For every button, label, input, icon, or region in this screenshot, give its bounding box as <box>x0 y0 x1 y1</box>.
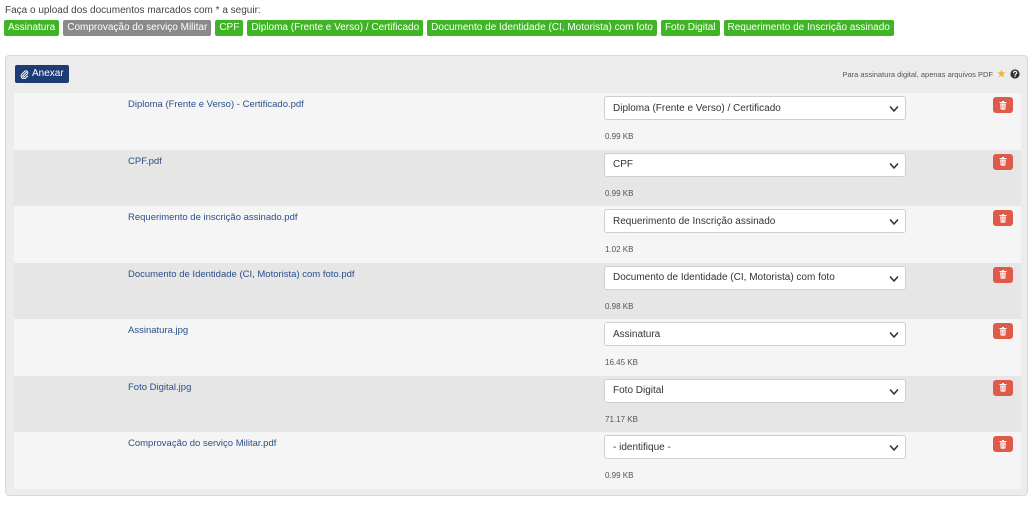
document-type-value: - identifique - <box>613 441 671 453</box>
document-tag: Foto Digital <box>660 20 720 36</box>
trash-icon <box>999 326 1007 336</box>
document-type-select[interactable]: CPF <box>604 152 906 177</box>
document-tag: Diploma (Frente e Verso) / Certificado <box>247 20 424 36</box>
file-size: 1.02 KB <box>605 245 634 254</box>
upload-instructions: Faça o upload dos documentos marcados co… <box>5 5 261 16</box>
file-row: CPF.pdf CPF 0.99 KB <box>14 149 1021 206</box>
chevron-down-icon <box>889 275 899 282</box>
trash-icon <box>999 270 1007 279</box>
digital-signature-note: Para assinatura digital, apenas arquivos… <box>842 70 994 79</box>
trash-icon <box>999 213 1007 223</box>
document-type-select[interactable]: Documento de Identidade (CI, Motorista) … <box>604 265 906 290</box>
trash-icon <box>999 157 1007 166</box>
file-row: Requerimento de inscrição assinado.pdf Re… <box>14 206 1021 263</box>
document-type-select[interactable]: - identifique - <box>604 435 906 459</box>
file-name-link[interactable]: Documento de Identidade (CI, Motorista) … <box>128 269 355 280</box>
attach-button-label: Anexar <box>32 68 64 79</box>
attached-files-list: Diploma (Frente e Verso) - Certificado.p… <box>14 93 1021 489</box>
file-row: Documento de Identidade (CI, Motorista) … <box>14 262 1021 319</box>
file-name-link[interactable]: Foto Digital.jpg <box>128 382 191 393</box>
document-type-value: CPF <box>613 159 633 170</box>
chevron-down-icon <box>889 219 899 225</box>
file-row: Diploma (Frente e Verso) - Certificado.p… <box>14 93 1021 150</box>
file-size: 16.45 KB <box>605 358 638 367</box>
file-size: 0.99 KB <box>605 188 634 198</box>
file-row: Comprovação do serviço Militar.pdf - iden… <box>14 432 1021 489</box>
document-tag: Assinatura <box>4 20 60 36</box>
file-row: Assinatura.jpg Assinatura 16.45 KB <box>14 319 1021 376</box>
file-size: 0.99 KB <box>605 132 634 141</box>
document-type-value: Assinatura <box>613 328 661 340</box>
delete-file-button[interactable] <box>993 379 1013 396</box>
chevron-down-icon <box>889 106 899 112</box>
document-type-select[interactable]: Diploma (Frente e Verso) / Certificado <box>604 96 906 120</box>
chevron-down-icon <box>889 445 899 451</box>
chevron-down-icon <box>889 332 899 338</box>
document-tag: Comprovação do serviço Militar <box>63 20 212 36</box>
chevron-down-icon <box>889 388 899 395</box>
delete-file-button[interactable] <box>993 153 1013 170</box>
file-name-link[interactable]: Comprovação do serviço Militar.pdf <box>128 438 276 449</box>
document-type-value: Documento de Identidade (CI, Motorista) … <box>613 272 835 283</box>
delete-file-button[interactable] <box>993 266 1013 283</box>
chevron-down-icon <box>889 162 899 169</box>
paperclip-icon <box>20 69 29 79</box>
required-documents-tags: Assinatura Comprovação do serviço Militar… <box>4 20 894 36</box>
document-type-value: Requerimento de Inscrição assinado <box>613 215 776 227</box>
trash-icon <box>999 100 1007 110</box>
document-type-select[interactable]: Assinatura <box>604 322 906 346</box>
file-size: 71.17 KB <box>605 414 638 424</box>
document-type-select[interactable]: Foto Digital <box>604 378 906 403</box>
document-type-select[interactable]: Requerimento de Inscrição assinado <box>604 209 906 233</box>
question-icon[interactable] <box>1010 69 1020 79</box>
delete-file-button[interactable] <box>993 97 1013 113</box>
document-type-value: Diploma (Frente e Verso) / Certificado <box>613 102 781 114</box>
file-row: Foto Digital.jpg Foto Digital 71.17 KB <box>14 375 1021 432</box>
file-name-link[interactable]: Requerimento de inscrição assinado.pdf <box>128 212 298 223</box>
file-name-link[interactable]: Diploma (Frente e Verso) - Certificado.p… <box>128 99 304 110</box>
star-icon[interactable] <box>997 69 1006 78</box>
file-name-link[interactable]: Assinatura.jpg <box>128 325 188 336</box>
document-tag: Documento de Identidade (CI, Motorista) … <box>427 20 657 36</box>
document-tag: Requerimento de Inscrição assinado <box>723 20 894 36</box>
attach-button[interactable]: Anexar <box>15 65 69 83</box>
delete-file-button[interactable] <box>993 436 1013 452</box>
attachments-panel: Anexar Para assinatura digital, apenas a… <box>5 55 1028 496</box>
document-type-value: Foto Digital <box>613 385 664 396</box>
file-size: 0.99 KB <box>605 471 634 480</box>
delete-file-button[interactable] <box>993 210 1013 226</box>
trash-icon <box>999 383 1007 392</box>
delete-file-button[interactable] <box>993 323 1013 339</box>
file-size: 0.98 KB <box>605 301 634 311</box>
document-tag: CPF <box>215 20 244 36</box>
file-name-link[interactable]: CPF.pdf <box>128 156 162 167</box>
trash-icon <box>999 439 1007 449</box>
